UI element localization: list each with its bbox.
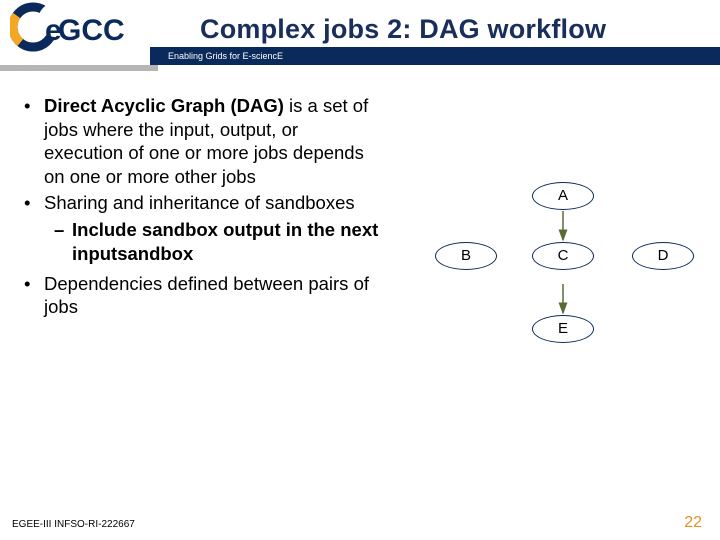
- dag-node-e: E: [532, 315, 594, 343]
- bullet-2-text: Sharing and inheritance of sandboxes: [44, 191, 380, 215]
- bullet-3-text: Dependencies defined between pairs of jo…: [44, 272, 380, 319]
- dag-node-b: B: [435, 242, 497, 270]
- dag-diagram: A B C D E: [400, 170, 705, 380]
- bullet-3: • Dependencies defined between pairs of …: [20, 272, 380, 319]
- sub-bullet-1-text: Include sandbox output in the next input…: [72, 218, 380, 265]
- dag-node-a: A: [532, 182, 594, 210]
- svg-text:GCC: GCC: [58, 14, 125, 47]
- dag-node-d: D: [632, 242, 694, 270]
- slide-header: GCC e Complex jobs 2: DAG workflow Enabl…: [0, 0, 720, 70]
- bullet-dot-icon: •: [20, 191, 44, 215]
- dash-icon: –: [54, 218, 72, 265]
- bullet-dot-icon: •: [20, 94, 44, 189]
- bullet-1-text: Direct Acyclic Graph (DAG) is a set of j…: [44, 94, 380, 189]
- egee-logo: GCC e: [10, 2, 155, 52]
- bullet-1: • Direct Acyclic Graph (DAG) is a set of…: [20, 94, 380, 189]
- svg-text:e: e: [45, 14, 62, 47]
- sub-bullet-1: – Include sandbox output in the next inp…: [54, 218, 380, 265]
- slide-title: Complex jobs 2: DAG workflow: [200, 14, 606, 45]
- page-number: 22: [684, 514, 702, 532]
- gray-divider: [0, 65, 158, 71]
- bullet-dot-icon: •: [20, 272, 44, 319]
- dag-node-c: C: [532, 242, 594, 270]
- bullet-1-bold: Direct Acyclic Graph (DAG): [44, 95, 284, 116]
- bullet-2: • Sharing and inheritance of sandboxes: [20, 191, 380, 215]
- subtitle-band: Enabling Grids for E-sciencE: [150, 47, 720, 65]
- content-area: • Direct Acyclic Graph (DAG) is a set of…: [20, 94, 380, 321]
- footer-ref: EGEE-III INFSO-RI-222667: [12, 519, 135, 530]
